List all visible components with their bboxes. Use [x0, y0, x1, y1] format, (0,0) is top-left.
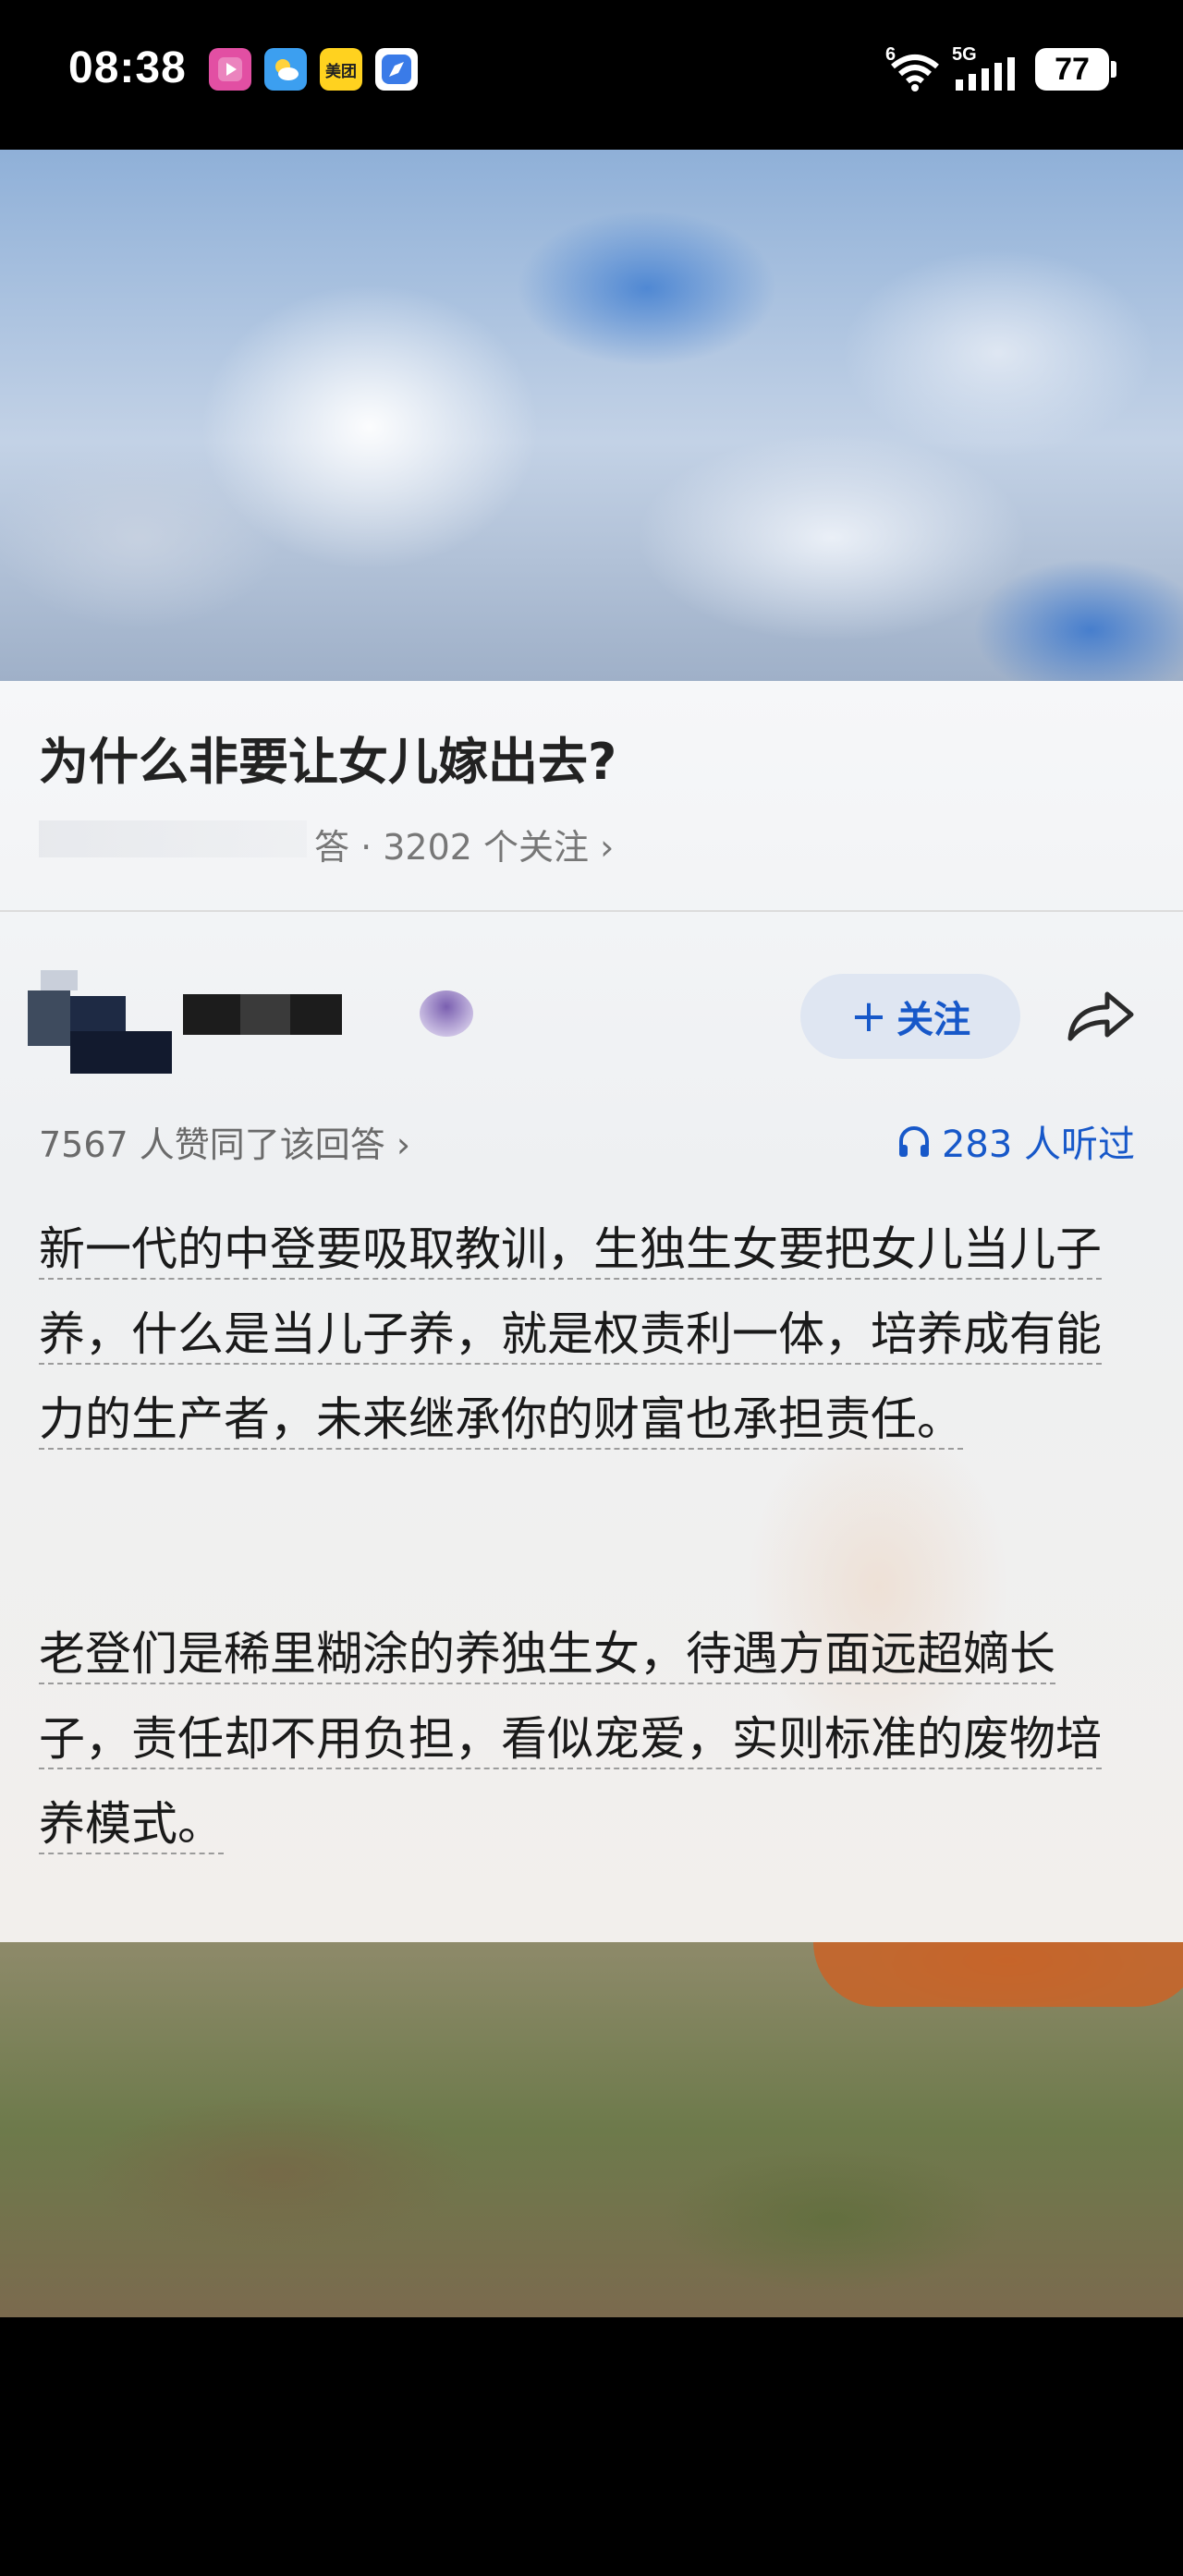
status-time: 08:38	[68, 43, 187, 92]
plus-icon: +	[849, 990, 888, 1042]
answer-paragraph-1-text: 新一代的中登要吸取教训，生独生女要把女儿当儿子养，什么是当儿子养，就是权责利一体…	[39, 1222, 1102, 1450]
meituan-app-icon: 美团	[320, 48, 362, 91]
answer-paragraph-1: 新一代的中登要吸取教训，生独生女要把女儿当儿子养，什么是当儿子养，就是权责利一体…	[39, 1207, 1144, 1462]
video-app-icon	[209, 48, 251, 91]
battery-indicator: 77	[1035, 48, 1109, 91]
question-title[interactable]: 为什么非要让女儿嫁出去?	[39, 721, 616, 794]
battery-nub	[1111, 61, 1116, 78]
listen-count[interactable]: 283 人听过	[896, 1114, 1135, 1168]
signal-icon	[956, 57, 1020, 94]
answer-paragraph-2-text: 老登们是稀里糊涂的养独生女，待遇方面远超嫡长子，责任却不用负担，看似宠爱，实则标…	[39, 1627, 1102, 1854]
listen-text: 283 人听过	[941, 1124, 1135, 1166]
share-icon[interactable]	[1063, 987, 1137, 1046]
weather-app-icon	[264, 48, 307, 91]
wifi-icon	[889, 52, 941, 96]
upvote-summary[interactable]: 7567 人赞同了该回答 ›	[39, 1116, 410, 1167]
sky-background-image	[0, 150, 1183, 681]
headphones-icon	[898, 1126, 929, 1157]
blurred-answer-count	[39, 820, 307, 857]
status-bar: 08:38 美团 6 5G 77	[0, 0, 1183, 150]
divider	[0, 910, 1183, 912]
meituan-app-label: 美团	[325, 62, 357, 81]
author-badge-icon	[420, 990, 473, 1037]
answer-paragraph-2: 老登们是稀里糊涂的养独生女，待遇方面远超嫡长子，责任却不用负担，看似宠爱，实则标…	[39, 1611, 1144, 1866]
browser-app-icon	[375, 48, 418, 91]
battery-level: 77	[1055, 51, 1090, 87]
orange-object-image	[813, 1942, 1183, 2007]
follow-button[interactable]: + 关注	[800, 974, 1020, 1059]
question-meta[interactable]: 答 · 3202 个关注 ›	[314, 819, 614, 869]
avatar[interactable]	[28, 970, 172, 1074]
author-name-blurred[interactable]	[183, 994, 342, 1035]
bottom-black-area	[0, 2317, 1183, 2576]
follow-label: 关注	[896, 999, 971, 1041]
